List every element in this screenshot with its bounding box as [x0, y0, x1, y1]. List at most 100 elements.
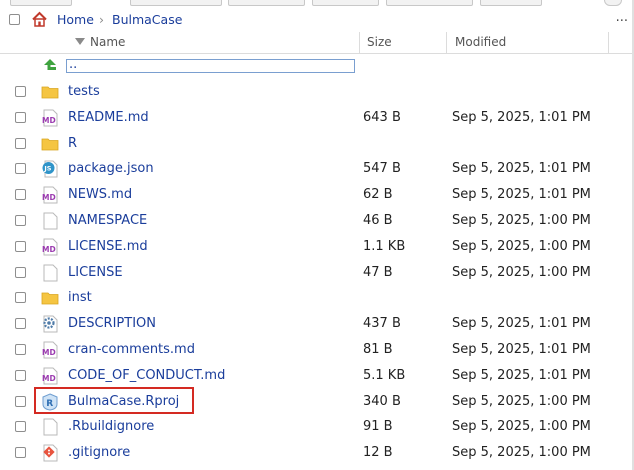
file-name-link[interactable]: cran-comments.md	[68, 342, 195, 357]
file-name-link[interactable]: NAMESPACE	[68, 213, 147, 228]
text-file-icon	[43, 212, 58, 230]
gear-file-icon	[43, 315, 58, 333]
file-modified: Sep 5, 2025, 1:01 PM	[452, 367, 591, 383]
file-row[interactable]: JS package.json 547 B Sep 5, 2025, 1:01 PM	[0, 156, 634, 182]
row-checkbox[interactable]	[15, 447, 26, 459]
text-file-icon	[43, 264, 58, 282]
toolbar-button[interactable]	[480, 0, 542, 6]
file-row[interactable]: LICENSE 47 B Sep 5, 2025, 1:00 PM	[0, 260, 634, 286]
file-modified: Sep 5, 2025, 1:01 PM	[452, 316, 591, 332]
more-button[interactable]: ...	[616, 10, 628, 25]
file-row[interactable]: NAMESPACE 46 B Sep 5, 2025, 1:00 PM	[0, 208, 634, 234]
file-name-link[interactable]: DESCRIPTION	[68, 316, 156, 331]
file-name-link[interactable]: tests	[68, 84, 100, 99]
file-name-link[interactable]: NEWS.md	[68, 187, 132, 202]
file-size: 47 B	[363, 264, 393, 280]
column-divider[interactable]	[359, 32, 360, 53]
column-header-size[interactable]: Size	[367, 32, 392, 53]
file-name-link[interactable]: inst	[68, 290, 92, 305]
file-name-link[interactable]: LICENSE.md	[68, 239, 148, 254]
row-checkbox[interactable]	[15, 292, 26, 304]
row-checkbox[interactable]	[15, 137, 26, 149]
file-name-link[interactable]: .Rbuildignore	[68, 419, 154, 434]
file-row[interactable]: .gitignore 12 B Sep 5, 2025, 1:00 PM	[0, 440, 634, 466]
parent-directory-link[interactable]: ..	[66, 57, 355, 73]
file-row[interactable]: DESCRIPTION 437 B Sep 5, 2025, 1:01 PM	[0, 311, 634, 337]
row-checkbox[interactable]	[15, 163, 26, 175]
file-name-link[interactable]: LICENSE	[68, 265, 123, 280]
row-checkbox[interactable]	[15, 111, 26, 123]
folder-icon	[41, 138, 59, 150]
toolbar-button[interactable]	[386, 0, 473, 6]
folder-icon	[41, 86, 59, 99]
svg-text:JS: JS	[43, 165, 51, 173]
toolbar-button[interactable]	[604, 0, 622, 6]
markdown-file-icon: MD	[42, 367, 58, 385]
markdown-file-icon: MD	[42, 238, 58, 256]
breadcrumb-separator: ›	[99, 12, 104, 27]
breadcrumb: Home › BulmaCase ...	[0, 7, 634, 33]
breadcrumb-current[interactable]: BulmaCase	[112, 12, 182, 27]
column-header-name[interactable]: Name	[90, 32, 125, 53]
row-checkbox[interactable]	[15, 266, 26, 278]
file-size: 81 B	[363, 342, 393, 357]
parent-directory-row[interactable]: ..	[0, 53, 634, 79]
toolbar-button[interactable]	[228, 0, 305, 6]
file-modified: Sep 5, 2025, 1:00 PM	[452, 393, 591, 409]
file-modified: Sep 5, 2025, 1:01 PM	[452, 161, 591, 177]
row-checkbox[interactable]	[15, 344, 26, 355]
file-row[interactable]: MD cran-comments.md 81 B Sep 5, 2025, 1:01 …	[0, 337, 634, 363]
text-file-icon	[43, 418, 58, 436]
file-row[interactable]: .Rbuildignore 91 B Sep 5, 2025, 1:00 PM	[0, 414, 634, 440]
up-arrow-icon	[44, 59, 56, 70]
json-file-icon: JS	[42, 160, 58, 178]
row-checkbox[interactable]	[15, 189, 26, 201]
file-row[interactable]: inst	[0, 285, 634, 311]
file-size: 547 B	[363, 161, 401, 177]
file-name-link[interactable]: .gitignore	[68, 445, 130, 460]
file-modified: Sep 5, 2025, 1:00 PM	[452, 213, 591, 228]
select-all-checkbox[interactable]	[9, 14, 20, 25]
toolbar-button[interactable]	[10, 0, 72, 6]
sort-descending-icon[interactable]	[75, 38, 85, 45]
file-modified: Sep 5, 2025, 1:01 PM	[452, 342, 591, 357]
file-name-link[interactable]: R	[68, 136, 77, 151]
file-row[interactable]: tests	[0, 79, 634, 105]
folder-icon	[41, 292, 59, 305]
column-divider[interactable]	[608, 32, 609, 53]
svg-text:MD: MD	[42, 348, 56, 357]
file-size: 46 B	[363, 213, 393, 228]
file-row[interactable]: MD CODE_OF_CONDUCT.md 5.1 KB Sep 5, 2025, 1…	[0, 363, 634, 389]
toolbar-button[interactable]	[312, 0, 379, 6]
row-checkbox[interactable]	[15, 215, 26, 226]
selection-highlight	[34, 387, 194, 414]
row-checkbox[interactable]	[15, 395, 26, 407]
file-name-link[interactable]: package.json	[68, 161, 154, 176]
git-file-icon	[43, 444, 58, 462]
row-checkbox[interactable]	[15, 421, 26, 433]
row-checkbox[interactable]	[15, 240, 26, 252]
svg-text:MD: MD	[42, 245, 56, 254]
file-modified: Sep 5, 2025, 1:00 PM	[452, 445, 591, 461]
toolbar-remnant	[0, 0, 634, 7]
row-checkbox[interactable]	[15, 86, 26, 97]
home-icon[interactable]	[31, 11, 48, 28]
breadcrumb-home[interactable]: Home	[57, 12, 94, 27]
file-name-link[interactable]: CODE_OF_CONDUCT.md	[68, 368, 225, 383]
file-row[interactable]: MD README.md 643 B Sep 5, 2025, 1:01 PM	[0, 105, 634, 131]
file-row[interactable]: MD LICENSE.md 1.1 KB Sep 5, 2025, 1:00 PM	[0, 234, 634, 260]
column-divider[interactable]	[446, 32, 447, 53]
toolbar-button[interactable]	[130, 0, 222, 6]
row-checkbox[interactable]	[15, 369, 26, 381]
markdown-file-icon: MD	[42, 186, 58, 204]
file-size: 62 B	[363, 187, 393, 203]
svg-text:MD: MD	[42, 116, 56, 125]
file-name-link[interactable]: README.md	[68, 110, 149, 125]
row-checkbox[interactable]	[15, 318, 26, 330]
file-modified: Sep 5, 2025, 1:00 PM	[452, 419, 591, 435]
file-size: 437 B	[363, 316, 401, 332]
file-row[interactable]: MD NEWS.md 62 B Sep 5, 2025, 1:01 PM	[0, 182, 634, 208]
file-row[interactable]: R	[0, 131, 634, 157]
column-header-modified[interactable]: Modified	[455, 32, 506, 53]
file-modified: Sep 5, 2025, 1:00 PM	[452, 238, 591, 254]
